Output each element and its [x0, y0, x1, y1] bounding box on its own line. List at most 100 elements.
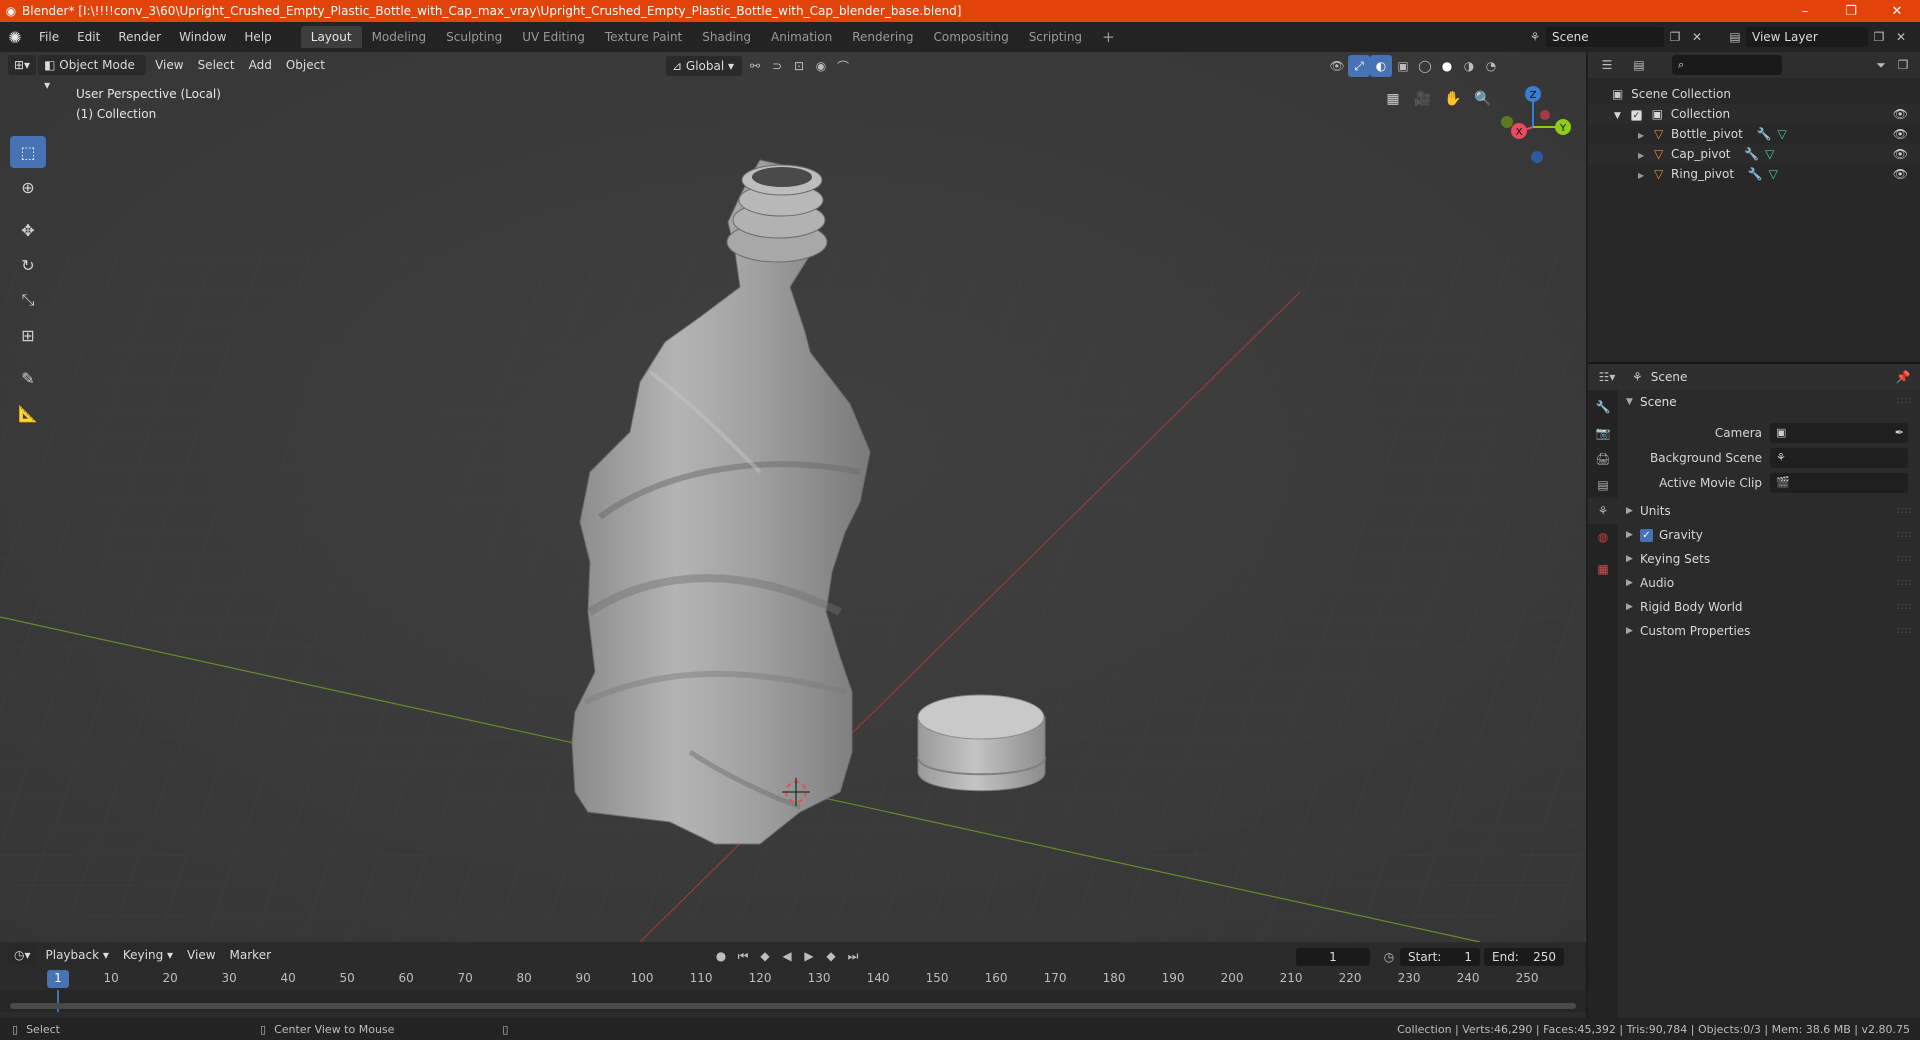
menu-playback[interactable]: Playback ▾	[39, 945, 116, 965]
preview-range-icon[interactable]: ◷	[1378, 946, 1400, 968]
filter-icon[interactable]: ⏷	[1870, 54, 1892, 76]
3d-viewport[interactable]: Z Y X ⊞▾ ◧ Object Mode ▾ View Select Add…	[0, 52, 1586, 942]
collection-checkbox[interactable]: ✓	[1630, 110, 1642, 121]
outliner-row-ring-pivot[interactable]: ▶ ▽ Ring_pivot 🔧 ▽ 👁	[1588, 164, 1920, 184]
output-tab-icon[interactable]: 🖨	[1588, 446, 1618, 472]
gizmo-toggle-icon[interactable]: ⤢	[1348, 55, 1370, 77]
pan-view-icon[interactable]: ✋	[1440, 86, 1466, 112]
texture-tab-icon[interactable]: ▦	[1588, 556, 1618, 582]
visibility-icon[interactable]: 👁	[1326, 55, 1348, 77]
move-tool-icon[interactable]: ✥	[10, 214, 46, 246]
scene-selector[interactable]: Scene	[1546, 27, 1664, 47]
scene-tab-icon[interactable]: ⚘	[1588, 498, 1618, 524]
menu-render[interactable]: Render	[109, 26, 170, 48]
outliner-row-scene-collection[interactable]: ▣ Scene Collection	[1588, 84, 1920, 104]
minimize-button[interactable]: –	[1782, 0, 1828, 22]
menu-timeline-view[interactable]: View	[180, 945, 222, 965]
tab-uv-editing[interactable]: UV Editing	[512, 26, 595, 48]
gravity-panel[interactable]: ▶ ✓ Gravity ∷∷	[1620, 523, 1920, 547]
menu-select[interactable]: Select	[191, 55, 242, 75]
timeline-track[interactable]	[0, 990, 1586, 1012]
tool-tab-icon[interactable]: 🔧	[1588, 394, 1618, 420]
zoom-view-icon[interactable]: 🔍	[1470, 86, 1496, 112]
rotate-tool-icon[interactable]: ↻	[10, 249, 46, 281]
drag-handle-icon[interactable]: ∷∷	[1897, 506, 1912, 517]
view-layer-selector[interactable]: View Layer	[1746, 27, 1868, 47]
current-frame-field[interactable]: 1	[1296, 948, 1370, 966]
menu-keying[interactable]: Keying ▾	[116, 945, 180, 965]
drag-handle-icon[interactable]: ∷∷	[1897, 602, 1912, 613]
record-icon[interactable]: ●	[710, 945, 732, 967]
menu-object[interactable]: Object	[279, 55, 332, 75]
pivot-icon[interactable]: ⚯	[744, 55, 766, 77]
view-layer-icon[interactable]: ▤	[1724, 26, 1746, 48]
drag-handle-icon[interactable]: ∷∷	[1897, 578, 1912, 589]
transform-tool-icon[interactable]: ⊞	[10, 319, 46, 351]
select-box-tool-icon[interactable]: ⬚	[10, 136, 46, 168]
snap-target-icon[interactable]: ⊡	[788, 55, 810, 77]
close-button[interactable]: ✕	[1874, 0, 1920, 22]
scale-tool-icon[interactable]: ⤡	[10, 284, 46, 316]
tab-modeling[interactable]: Modeling	[362, 26, 437, 48]
custom-properties-panel[interactable]: ▶ Custom Properties ∷∷	[1620, 619, 1920, 643]
solid-shading-icon[interactable]: ●	[1436, 55, 1458, 77]
expand-icon[interactable]: ▶	[1638, 151, 1644, 160]
expand-icon[interactable]: ▶	[1638, 171, 1644, 180]
proportional-edit-icon[interactable]: ◉	[810, 55, 832, 77]
collection-visibility-icon[interactable]: 👁	[1893, 104, 1908, 124]
new-collection-icon[interactable]: ❐	[1892, 54, 1914, 76]
menu-file[interactable]: File	[30, 26, 68, 48]
drag-handle-icon[interactable]: ∷∷	[1897, 626, 1912, 637]
tab-shading[interactable]: Shading	[692, 26, 761, 48]
start-frame-field[interactable]: Start: 1	[1400, 948, 1480, 966]
jump-start-icon[interactable]: ⏮	[732, 945, 754, 967]
overlay-toggle-icon[interactable]: ◐	[1370, 55, 1392, 77]
menu-window[interactable]: Window	[170, 26, 235, 48]
new-view-layer-icon[interactable]: ❐	[1868, 26, 1890, 48]
menu-view[interactable]: View	[148, 55, 190, 75]
outliner-row-bottle-pivot[interactable]: ▶ ▽ Bottle_pivot 🔧 ▽ 👁	[1588, 124, 1920, 144]
bottle-visibility-icon[interactable]: 👁	[1893, 124, 1908, 144]
expand-collection-icon[interactable]: ▼	[1614, 111, 1621, 121]
outliner-row-cap-pivot[interactable]: ▶ ▽ Cap_pivot 🔧 ▽ 👁	[1588, 144, 1920, 164]
timeline-scrollbar[interactable]	[10, 1003, 1576, 1009]
menu-add[interactable]: Add	[242, 55, 279, 75]
falloff-icon[interactable]: ⌒	[832, 55, 854, 77]
cursor-tool-icon[interactable]: ⊕	[10, 171, 46, 203]
drag-handle-icon[interactable]: ∷∷	[1897, 390, 1912, 414]
render-tab-icon[interactable]: 📷	[1588, 420, 1618, 446]
annotate-tool-icon[interactable]: ✎	[10, 362, 46, 394]
view-layer-tab-icon[interactable]: ▤	[1588, 472, 1618, 498]
timeline-editor-type-button[interactable]: ◷▾	[8, 945, 37, 965]
expand-icon[interactable]: ▶	[1638, 131, 1644, 140]
toggle-ortho-icon[interactable]: ▦	[1380, 86, 1406, 112]
keying-sets-panel[interactable]: ▶ Keying Sets ∷∷	[1620, 547, 1920, 571]
jump-end-icon[interactable]: ⏭	[842, 945, 864, 967]
rendered-shading-icon[interactable]: ◔	[1480, 55, 1502, 77]
outliner-search-input[interactable]: ⌕	[1672, 55, 1782, 75]
measure-tool-icon[interactable]: 📐	[10, 397, 46, 429]
background-scene-field[interactable]: ⚘	[1770, 447, 1908, 468]
tab-animation[interactable]: Animation	[761, 26, 842, 48]
menu-edit[interactable]: Edit	[68, 26, 109, 48]
tab-scripting[interactable]: Scripting	[1019, 26, 1092, 48]
tab-texture-paint[interactable]: Texture Paint	[595, 26, 692, 48]
gravity-checkbox[interactable]: ✓	[1640, 528, 1653, 542]
delete-scene-icon[interactable]: ✕	[1686, 26, 1708, 48]
blender-menu-icon[interactable]: ✺	[0, 22, 30, 52]
mode-selector[interactable]: ◧ Object Mode ▾	[38, 55, 147, 92]
scene-icon[interactable]: ⚘	[1524, 26, 1546, 48]
add-workspace-button[interactable]: +	[1092, 26, 1125, 48]
maximize-button[interactable]: ❐	[1828, 0, 1874, 22]
cap-visibility-icon[interactable]: 👁	[1893, 144, 1908, 164]
new-scene-icon[interactable]: ❐	[1664, 26, 1686, 48]
snap-icon[interactable]: ⊃	[766, 55, 788, 77]
timeline-ruler[interactable]: 1 10 20 30 40 50 60 70 80 90 100 110 120 130 140 150 160…	[0, 968, 1586, 990]
drag-handle-icon[interactable]: ∷∷	[1897, 554, 1912, 565]
outliner-row-collection[interactable]: ▼ ✓ ▣ Collection 👁	[1588, 104, 1920, 124]
world-tab-icon[interactable]: ◍	[1588, 524, 1618, 550]
tab-compositing[interactable]: Compositing	[923, 26, 1018, 48]
prev-keyframe-icon[interactable]: ◆	[754, 945, 776, 967]
scene-panel-header[interactable]: ▼ Scene ∷∷	[1620, 390, 1920, 414]
rigid-body-world-panel[interactable]: ▶ Rigid Body World ∷∷	[1620, 595, 1920, 619]
